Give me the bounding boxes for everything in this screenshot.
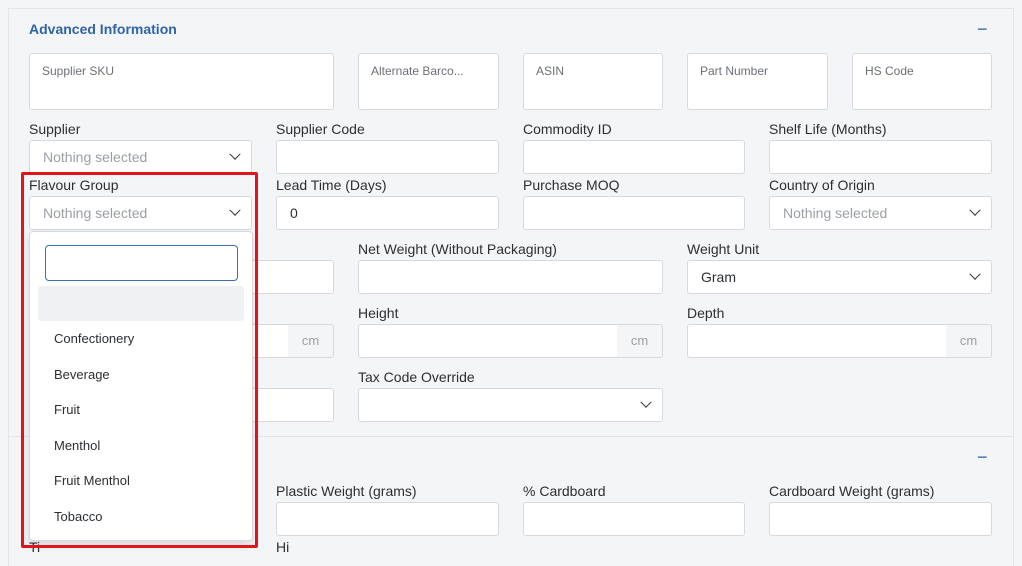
purchase-moq-input[interactable] (523, 196, 745, 230)
dropdown-option[interactable]: Tobacco (54, 509, 102, 524)
supplier-label: Supplier (29, 121, 81, 137)
chevron-down-icon (969, 268, 981, 280)
hs-code-field[interactable]: HS Code (852, 53, 992, 110)
tax-code-override-select[interactable] (358, 388, 663, 422)
cardboard-weight-label: Cardboard Weight (grams) (769, 483, 935, 499)
depth-unit: cm (946, 324, 992, 358)
chevron-down-icon (229, 148, 241, 160)
collapse-section-button[interactable]: − (977, 20, 988, 38)
height-unit: cm (617, 324, 663, 358)
dropdown-option[interactable]: Fruit Menthol (54, 473, 130, 488)
dropdown-option[interactable]: Fruit (54, 402, 80, 417)
shelf-life-label: Shelf Life (Months) (769, 121, 887, 137)
supplier-placeholder: Nothing selected (43, 149, 148, 165)
part-number-field[interactable]: Part Number (687, 53, 828, 110)
depth-input[interactable] (687, 324, 947, 358)
part-number-placeholder: Part Number (700, 64, 769, 78)
country-of-origin-select[interactable]: Nothing selected (769, 196, 992, 230)
plastic-weight-label: Plastic Weight (grams) (276, 483, 417, 499)
net-weight-label: Net Weight (Without Packaging) (358, 241, 557, 257)
height-input[interactable] (358, 324, 618, 358)
chevron-down-icon (229, 204, 241, 216)
weight-unit-value: Gram (701, 269, 736, 285)
weight-unit-label: Weight Unit (687, 241, 760, 257)
dropdown-option-empty[interactable] (38, 286, 244, 321)
supplier-select[interactable]: Nothing selected (29, 140, 252, 174)
shelf-life-input[interactable] (769, 140, 992, 174)
flavour-group-label: Flavour Group (29, 177, 119, 193)
tax-code-override-label: Tax Code Override (358, 369, 475, 385)
supplier-code-input[interactable] (276, 140, 499, 174)
chevron-down-icon (640, 396, 652, 408)
supplier-code-label: Supplier Code (276, 121, 365, 137)
dropdown-option[interactable]: Beverage (54, 367, 110, 382)
hs-code-placeholder: HS Code (865, 64, 914, 78)
commodity-id-input[interactable] (523, 140, 745, 174)
depth-label: Depth (687, 305, 725, 321)
asin-placeholder: ASIN (536, 64, 565, 78)
supplier-sku-field[interactable]: Supplier SKU (29, 53, 334, 110)
chevron-down-icon (969, 204, 981, 216)
purchase-moq-label: Purchase MOQ (523, 177, 620, 193)
plastic-weight-input[interactable] (276, 502, 499, 536)
dropdown-search-input[interactable] (45, 245, 238, 281)
country-of-origin-placeholder: Nothing selected (783, 205, 888, 221)
alternate-barcode-field[interactable]: Alternate Barco... (358, 53, 499, 110)
collapse-section2-button[interactable]: − (977, 448, 988, 466)
height-input-group[interactable]: cm (358, 324, 663, 358)
supplier-sku-placeholder: Supplier SKU (42, 64, 115, 78)
cardboard-weight-input[interactable] (769, 502, 992, 536)
flavour-group-select[interactable]: Nothing selected (29, 196, 252, 230)
country-of-origin-label: Country of Origin (769, 177, 875, 193)
pct-cardboard-input[interactable] (523, 502, 745, 536)
dropdown-option[interactable]: Menthol (54, 438, 100, 453)
commodity-id-label: Commodity ID (523, 121, 612, 137)
lead-time-label: Lead Time (Days) (276, 177, 387, 193)
section-title: Advanced Information (29, 21, 177, 37)
lead-time-input[interactable]: 0 (276, 196, 499, 230)
pct-cardboard-label: % Cardboard (523, 483, 606, 499)
partial-label-left: Ti (29, 539, 41, 555)
partial-label-mid: Hi (276, 539, 290, 555)
dropdown-option[interactable]: Confectionery (54, 331, 134, 346)
depth-input-group[interactable]: cm (687, 324, 992, 358)
unit-suffix: cm (288, 324, 334, 358)
asin-field[interactable]: ASIN (523, 53, 663, 110)
alternate-barcode-placeholder: Alternate Barco... (371, 64, 464, 78)
flavour-group-placeholder: Nothing selected (43, 205, 148, 221)
net-weight-input[interactable] (358, 260, 663, 294)
weight-unit-select[interactable]: Gram (687, 260, 992, 294)
flavour-group-dropdown: Confectionery Beverage Fruit Menthol Fru… (29, 231, 253, 541)
height-label: Height (358, 305, 399, 321)
